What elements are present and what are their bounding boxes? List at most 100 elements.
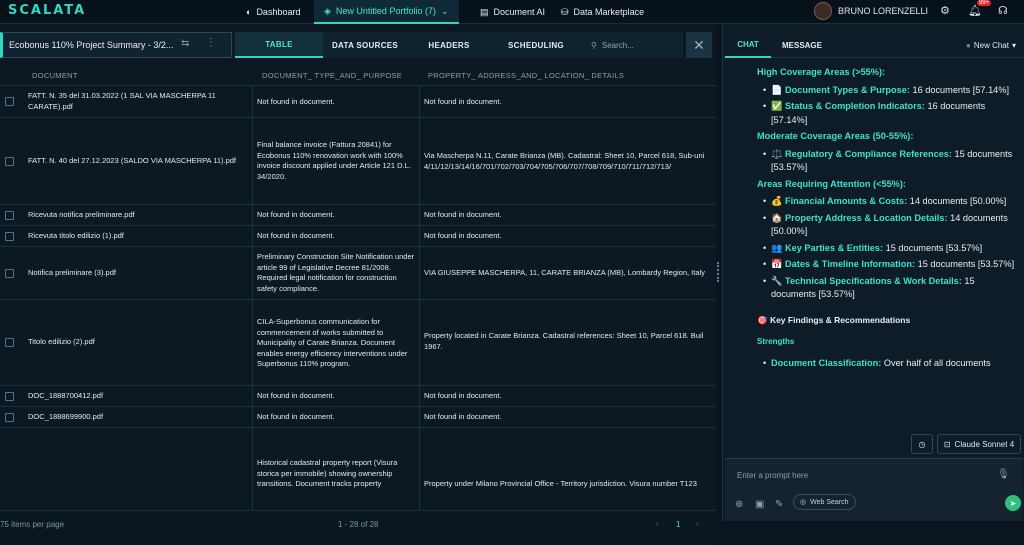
resize-handle[interactable] (717, 262, 721, 282)
row-checkbox[interactable] (5, 97, 14, 106)
tab-scheduling[interactable]: SCHEDULING (491, 32, 581, 58)
headset-icon[interactable]: ☊ (998, 4, 1008, 17)
document-cell[interactable]: FATT. N. 35 del 31.03.2022 (1 SAL VIA MA… (28, 91, 250, 112)
gear-icon[interactable]: ⚙ (940, 4, 950, 17)
strengths-heading: Strengths (757, 337, 795, 346)
row-checkbox[interactable] (5, 338, 14, 347)
web-search-button[interactable]: ◎ Web Search (793, 494, 856, 510)
type-cell: CILA-Superbonus communication for commen… (257, 317, 408, 368)
history-button[interactable]: ◷ (911, 434, 933, 454)
address-cell: Not found in document. (424, 391, 502, 400)
table-row[interactable]: Notifica preliminare (3).pdf Preliminary… (0, 247, 716, 300)
nav-data-marketplace[interactable]: ⛁ Data Marketplace (561, 0, 644, 24)
nav-dashboard[interactable]: ◐ Dashboard (246, 0, 300, 24)
column-header-type[interactable]: DOCUMENT_ TYPE_AND_ PURPOSE (262, 71, 402, 80)
microphone-icon[interactable]: 🎙︎ (997, 469, 1010, 480)
document-cell[interactable]: Titolo edilizio (2).pdf (28, 337, 250, 348)
prompt-box[interactable]: Enter a prompt here 🎙︎ ⊕ ▣ ✎ ◎ Web Search… (725, 458, 1023, 521)
document-cell[interactable]: Ricevuta notifica preliminare.pdf (28, 210, 250, 221)
table-row[interactable]: Titolo edilizio (2).pdf CILA-Superbonus … (0, 300, 716, 386)
row-checkbox[interactable] (5, 157, 14, 166)
logo[interactable]: SCALATA (8, 3, 86, 18)
chat-tabs: CHAT MESSAGE ● New Chat ▾ (723, 32, 1024, 58)
nav-document-ai[interactable]: ▤ Document AI (480, 0, 545, 24)
attachment-icon[interactable]: ▣ (755, 499, 764, 510)
tab-table[interactable]: TABLE (235, 32, 323, 58)
column-header-address[interactable]: PROPERTY_ ADDRESS_AND_ LOCATION_ DETAILS (428, 71, 624, 80)
tab-headers[interactable]: HEADERS (407, 32, 491, 58)
row-checkbox[interactable] (5, 211, 14, 220)
chevron-right-icon[interactable]: › (696, 519, 699, 528)
section-heading: High Coverage Areas (>55%): (757, 67, 886, 77)
section-heading: Moderate Coverage Areas (50-55%): (757, 131, 914, 141)
type-cell: Not found in document. (257, 231, 335, 240)
model-select[interactable]: ⊡ Claude Sonnet 4 (937, 434, 1021, 454)
address-cell: Not found in document. (424, 231, 502, 240)
nav-portfolio[interactable]: ◈ New Untitled Portfolio (7) ⌄ (314, 0, 459, 24)
type-cell: Not found in document. (257, 97, 335, 106)
address-cell: Not found in document. (424, 210, 502, 219)
table-row[interactable]: Ricevuta notifica preliminare.pdf Not fo… (0, 205, 716, 226)
layers-icon: ◈ (324, 5, 331, 16)
close-button[interactable]: ✕ (686, 32, 712, 58)
money-bag-icon: 💰 (771, 196, 783, 206)
table-header: DOCUMENT DOCUMENT_ TYPE_AND_ PURPOSE PRO… (0, 64, 716, 86)
swap-icon[interactable]: ⇆ (181, 38, 189, 49)
search-input[interactable]: ⚲ Search... (581, 32, 634, 58)
address-cell: Property under Milano Provincial Office … (424, 479, 697, 488)
send-button[interactable]: ➤ (1005, 495, 1021, 511)
user-menu[interactable]: BRUNO LORENZELLI (814, 2, 928, 20)
chevron-left-icon[interactable]: ‹ (656, 519, 659, 528)
close-icon: ✕ (693, 36, 705, 53)
tab-message[interactable]: MESSAGE (779, 32, 825, 58)
pen-icon[interactable]: ✎ (775, 499, 783, 510)
address-cell: VIA GIUSEPPE MASCHERPA, 11, CARATE BRIAN… (424, 268, 705, 277)
row-checkbox[interactable] (5, 413, 14, 422)
people-icon: 👥 (771, 242, 783, 253)
tab-data-sources[interactable]: DATA SOURCES (323, 32, 407, 58)
table-row[interactable]: FATT. N. 40 del 27.12.2023 (SALDO VIA MA… (0, 118, 716, 205)
list-item: 🏠 Property Address & Location Details: 1… (733, 212, 1021, 239)
table-row[interactable]: Historical cadastral property report (Vi… (0, 428, 716, 498)
document-cell[interactable]: Notifica preliminare (3).pdf (28, 268, 250, 279)
row-checkbox[interactable] (5, 392, 14, 401)
more-icon[interactable]: ⋮ (206, 37, 216, 48)
caret-down-icon: ▾ (1011, 40, 1016, 50)
chat-panel: CHAT MESSAGE ● New Chat ▾ High Coverage Ar… (722, 24, 1024, 521)
address-cell: Property located in Carate Brianza. Cada… (424, 331, 704, 351)
chat-bubble-icon: ● (966, 40, 971, 50)
type-cell: Not found in document. (257, 391, 335, 400)
row-checkbox[interactable] (5, 232, 14, 241)
notification-badge: 99+ (977, 0, 992, 6)
palette-icon: ◐ (246, 7, 252, 17)
page-number[interactable]: 1 (676, 520, 680, 529)
page-size-select[interactable]: 75 items per page (0, 520, 64, 529)
findings-heading: 🎯 Key Findings & Recommendations (757, 314, 911, 325)
list-item: 💰 Financial Amounts & Costs: 14 document… (733, 195, 1021, 209)
type-cell: Historical cadastral property report (Vi… (257, 458, 398, 488)
row-checkbox[interactable] (5, 269, 14, 278)
robot-icon: ⊡ (943, 439, 951, 449)
list-item: 📅 Dates & Timeline Information: 15 docum… (733, 258, 1021, 272)
new-chat-button[interactable]: ● New Chat ▾ (959, 32, 1023, 58)
wrench-icon: 🔧 (771, 275, 783, 286)
clock-icon: ◷ (918, 439, 926, 449)
project-title[interactable]: Ecobonus 110% Project Summary - 3/2... (0, 32, 232, 58)
column-header-document[interactable]: DOCUMENT (32, 71, 78, 80)
document-cell[interactable]: DOC_1888700412.pdf (28, 391, 250, 402)
address-cell: Via Mascherpa N.11, Carate Brianza (MB).… (424, 151, 705, 171)
document-cell[interactable]: DOC_1888699900.pdf (28, 412, 250, 423)
document-cell[interactable]: Ricevuta titolo edilizio (1).pdf (28, 231, 250, 242)
tab-chat[interactable]: CHAT (725, 32, 771, 58)
check-icon: ✅ (771, 101, 783, 111)
prompt-input[interactable]: Enter a prompt here (737, 471, 808, 480)
table-row[interactable]: DOC_1888699900.pdf Not found in document… (0, 407, 716, 428)
table-row[interactable]: DOC_1888700412.pdf Not found in document… (0, 386, 716, 407)
document-cell[interactable]: FATT. N. 40 del 27.12.2023 (SALDO VIA MA… (28, 156, 250, 167)
scale-icon: ⚖️ (771, 148, 783, 159)
table-row[interactable]: FATT. N. 35 del 31.03.2022 (1 SAL VIA MA… (0, 86, 716, 118)
plus-icon[interactable]: ⊕ (735, 499, 743, 510)
house-icon: 🏠 (771, 212, 783, 223)
table-row[interactable]: Ricevuta titolo edilizio (1).pdf Not fou… (0, 226, 716, 247)
table-body: FATT. N. 35 del 31.03.2022 (1 SAL VIA MA… (0, 86, 716, 510)
